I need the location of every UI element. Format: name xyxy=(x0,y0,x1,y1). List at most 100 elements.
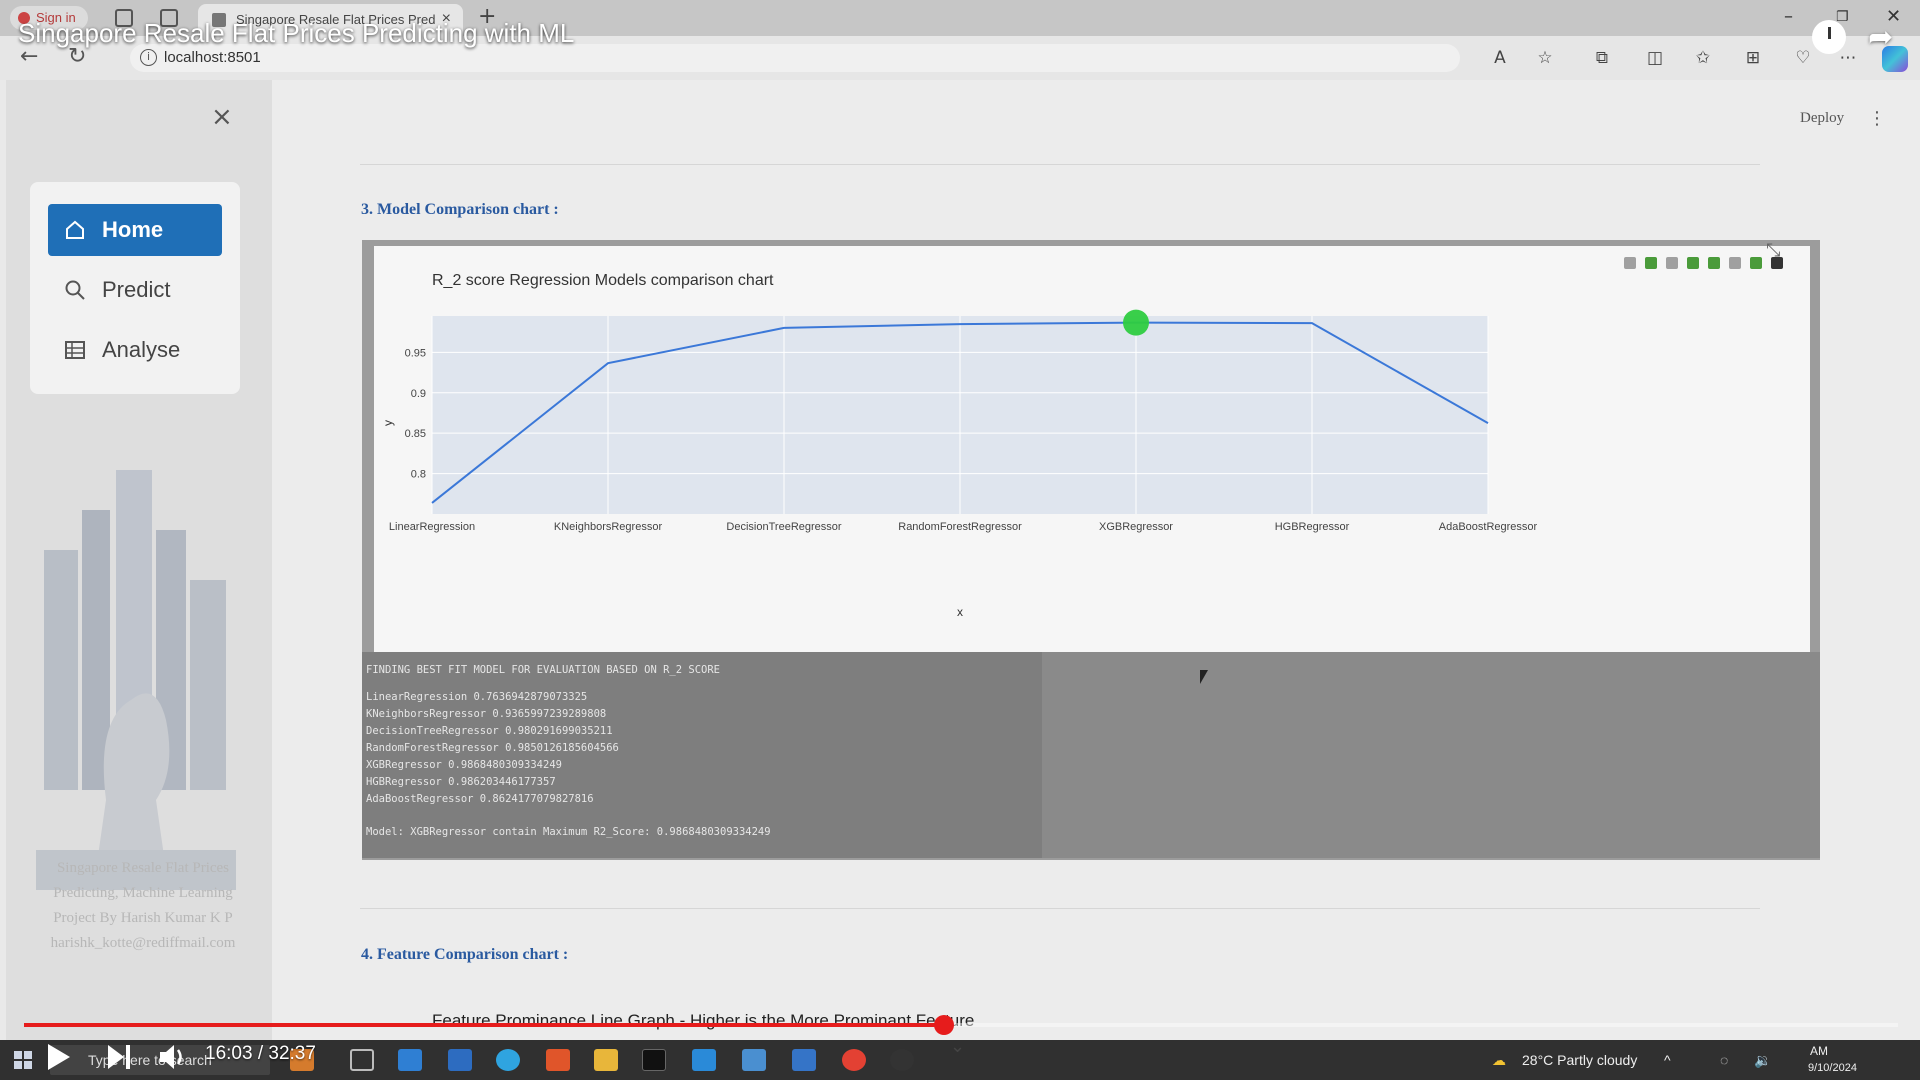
app-icon[interactable] xyxy=(792,1049,816,1071)
x-tick-label: DecisionTreeRegressor xyxy=(726,521,841,533)
footer-line: Predicting, Machine Learning xyxy=(53,885,233,901)
footer-email: harishk_kotte@rediffmail.com xyxy=(50,935,236,951)
nav-item-label: Predict xyxy=(102,277,171,302)
console-line: XGBRegressor 0.9868480309334249 xyxy=(366,759,562,771)
progress-fill xyxy=(24,1023,944,1027)
volume-icon[interactable]: 🔉 xyxy=(1754,1052,1771,1069)
app-menu-icon[interactable]: ⋮ xyxy=(1868,108,1886,129)
next-icon[interactable] xyxy=(108,1045,130,1069)
edge-app-icon[interactable] xyxy=(496,1049,520,1071)
player-controls xyxy=(48,1044,182,1070)
y-tick-label: 0.95 xyxy=(405,347,426,359)
y-tick-label: 0.85 xyxy=(405,428,426,440)
console-line: LinearRegression 0.7636942879073325 xyxy=(366,691,588,703)
app-icon[interactable] xyxy=(890,1049,914,1071)
watch-later-icon[interactable] xyxy=(1812,20,1846,54)
mouse-cursor xyxy=(1200,670,1208,684)
sidebar: × Home Predict Analyse Singapore Resale … xyxy=(6,80,272,1040)
share-icon[interactable]: ➦ xyxy=(1868,20,1893,55)
site-info-icon[interactable]: i xyxy=(140,49,157,66)
weather-text[interactable]: 28°C Partly cloudy xyxy=(1522,1052,1637,1068)
video-title[interactable]: Singapore Resale Flat Prices Predicting … xyxy=(18,18,574,49)
app-page: × Home Predict Analyse Singapore Resale … xyxy=(6,80,1920,1040)
network-icon[interactable]: ◌ xyxy=(1720,1052,1728,1068)
plotly-chart[interactable]: R_2 score Regression Models comparison c… xyxy=(374,246,1810,652)
x-axis-title: x xyxy=(957,605,963,619)
time-separator: / xyxy=(257,1043,264,1064)
console-line: RandomForestRegressor 0.9850126185604566 xyxy=(366,742,619,754)
duration: 32:37 xyxy=(268,1043,316,1064)
search-icon xyxy=(65,280,85,300)
y-tick-label: 0.9 xyxy=(411,388,426,400)
task-view-icon[interactable] xyxy=(350,1049,374,1071)
taskbar-date: 9/10/2024 xyxy=(1808,1062,1857,1074)
camera-icon[interactable] xyxy=(1624,257,1636,269)
video-progress-bar[interactable] xyxy=(24,1015,1898,1035)
store-app-icon[interactable] xyxy=(448,1049,472,1071)
terminal-app-icon[interactable] xyxy=(642,1049,666,1071)
data-point[interactable] xyxy=(1123,309,1149,336)
more-menu-icon[interactable]: ⋯ xyxy=(1838,48,1858,68)
vscode-app-icon[interactable] xyxy=(692,1049,716,1071)
progress-scrubber[interactable] xyxy=(933,1015,954,1035)
brave-app-icon[interactable] xyxy=(546,1049,570,1071)
play-icon[interactable] xyxy=(48,1044,70,1070)
mail-app-icon[interactable] xyxy=(398,1049,422,1071)
x-tick-label: XGBRegressor xyxy=(1099,521,1173,533)
console-footer: Model: XGBRegressor contain Maximum R2_S… xyxy=(366,826,771,838)
y-axis-title: y xyxy=(381,420,395,426)
console-line: KNeighborsRegressor 0.9365997239289808 xyxy=(366,708,607,720)
reset-axes-icon[interactable] xyxy=(1750,257,1762,269)
x-tick-label: AdaBoostRegressor xyxy=(1439,521,1538,533)
nav-menu: Home Predict Analyse xyxy=(30,182,240,394)
home-icon xyxy=(66,220,84,239)
section-title-feature-comparison: 4. Feature Comparison chart : xyxy=(361,946,569,963)
weather-icon[interactable]: ☁ xyxy=(1492,1052,1506,1069)
sidebar-close-icon[interactable]: × xyxy=(211,102,233,132)
zoom-out-icon[interactable] xyxy=(1708,257,1720,269)
sidebar-footer: Singapore Resale Flat Prices Predicting,… xyxy=(20,856,266,956)
chevron-down-icon[interactable]: ⌄ xyxy=(950,1036,965,1057)
zoom-in-icon[interactable] xyxy=(1687,257,1699,269)
chart-container: R_2 score Regression Models comparison c… xyxy=(362,240,1820,860)
url-text: localhost:8501 xyxy=(164,49,261,66)
extensions-icon[interactable]: ⧉ xyxy=(1592,48,1612,68)
nav-item-label: Analyse xyxy=(102,337,181,362)
pan-icon[interactable] xyxy=(1666,257,1678,269)
volume-icon[interactable] xyxy=(160,1045,182,1069)
chart-title: R_2 score Regression Models comparison c… xyxy=(432,272,774,289)
nav-item-analyse[interactable]: Analyse xyxy=(48,324,222,376)
browser-essentials-icon[interactable]: ♡ xyxy=(1793,48,1813,68)
tray-overflow-icon[interactable]: ^ xyxy=(1664,1052,1671,1068)
file-explorer-icon[interactable] xyxy=(594,1049,618,1071)
console-line: HGBRegressor 0.986203446177357 xyxy=(366,776,556,788)
x-tick-label: LinearRegression xyxy=(389,521,475,533)
chrome-app-icon[interactable] xyxy=(842,1049,866,1071)
console-line: DecisionTreeRegressor 0.980291699035211 xyxy=(366,725,613,737)
fullscreen-icon[interactable]: ⤡ xyxy=(1766,240,1780,261)
split-screen-icon[interactable]: ◫ xyxy=(1645,48,1665,68)
console-header: FINDING BEST FIT MODEL FOR EVALUATION BA… xyxy=(366,664,721,676)
console-output: FINDING BEST FIT MODEL FOR EVALUATION BA… xyxy=(362,652,1042,858)
x-tick-label: RandomForestRegressor xyxy=(898,521,1022,533)
divider xyxy=(360,164,1760,165)
nav-item-home[interactable]: Home xyxy=(48,204,222,256)
collections-icon[interactable]: ⊞ xyxy=(1743,48,1763,68)
y-tick-label: 0.8 xyxy=(411,469,426,481)
divider xyxy=(360,908,1760,909)
zoom-icon[interactable] xyxy=(1645,257,1657,269)
nav-item-predict[interactable]: Predict xyxy=(48,264,222,316)
current-time: 16:03 xyxy=(205,1043,253,1064)
footer-line: Project By Harish Kumar K P xyxy=(53,910,233,926)
read-aloud-icon[interactable]: A xyxy=(1490,48,1510,68)
autoscale-icon[interactable] xyxy=(1729,257,1741,269)
deploy-button[interactable]: Deploy xyxy=(1800,110,1844,127)
screen: Sign in Singapore Resale Flat Prices Pre… xyxy=(0,0,1920,1080)
app-icon[interactable] xyxy=(742,1049,766,1071)
favorite-star-icon[interactable]: ☆ xyxy=(1535,48,1555,68)
x-tick-label: KNeighborsRegressor xyxy=(554,521,663,533)
line-chart[interactable]: R_2 score Regression Models comparison c… xyxy=(374,246,1810,652)
minimize-icon[interactable]: – xyxy=(1784,6,1793,27)
favorites-icon[interactable]: ✩ xyxy=(1693,48,1713,68)
nav-item-label: Home xyxy=(102,217,164,242)
